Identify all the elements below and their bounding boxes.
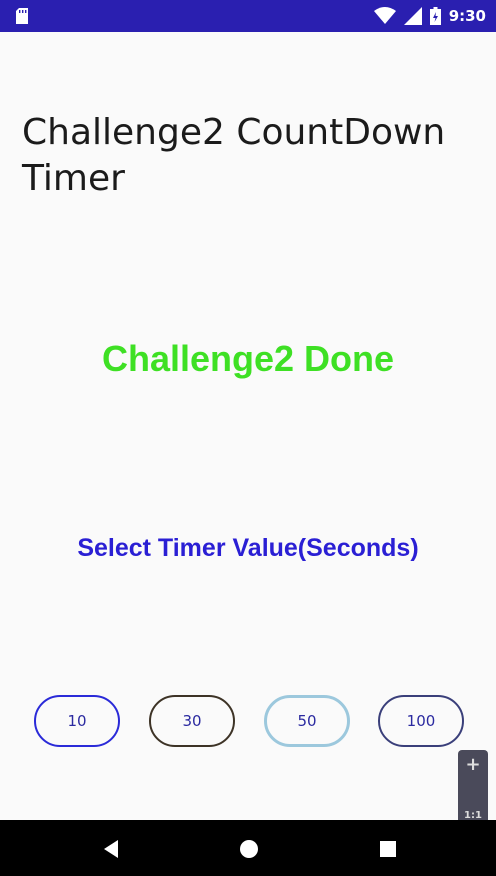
device-screen: 9:30 Challenge2 CountDown Timer Challeng… <box>0 0 496 876</box>
recents-icon[interactable] <box>377 838 399 860</box>
select-timer-label: Select Timer Value(Seconds) <box>77 534 419 562</box>
timer-100-button[interactable]: 100 <box>378 695 464 747</box>
battery-icon <box>429 7 441 25</box>
countdown-status-text: Challenge2 Done <box>101 338 395 379</box>
timer-30-button[interactable]: 30 <box>149 695 235 747</box>
timer-50-button[interactable]: 50 <box>264 695 350 747</box>
navigation-bar <box>0 820 496 876</box>
status-bar: 9:30 <box>0 0 496 32</box>
status-time: 9:30 <box>448 7 486 25</box>
timer-options: 10 30 50 100 <box>0 695 496 747</box>
signal-icon <box>403 7 422 25</box>
home-icon[interactable] <box>238 838 260 860</box>
back-icon[interactable] <box>100 838 122 860</box>
zoom-in-button[interactable]: + <box>458 754 488 775</box>
page-title: Challenge2 CountDown Timer <box>22 112 446 199</box>
timer-10-button[interactable]: 10 <box>34 695 120 747</box>
wifi-icon <box>373 7 396 24</box>
sd-card-icon <box>16 8 28 24</box>
